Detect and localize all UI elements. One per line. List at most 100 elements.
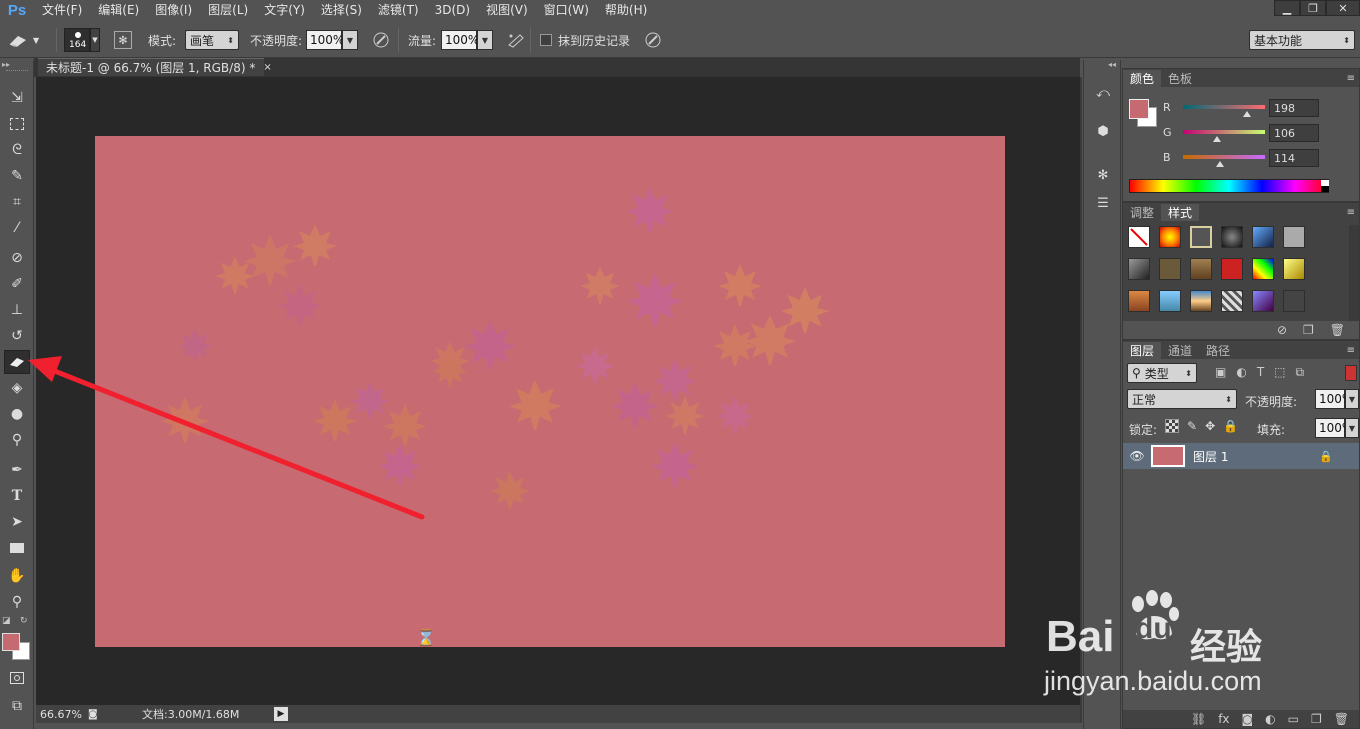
styles-footer: ⊘ ❐ 🗑	[1277, 323, 1345, 337]
style-swatch[interactable]	[1283, 226, 1305, 248]
brush-presets-icon[interactable]: ☰	[1090, 192, 1116, 214]
style-swatch[interactable]	[1283, 258, 1305, 280]
tab-channels[interactable]: 通道	[1161, 342, 1199, 359]
style-swatch[interactable]	[1190, 226, 1212, 248]
layer-opacity-dropdown[interactable]: ▼	[1345, 389, 1359, 409]
brush-panel-icon[interactable]: ✻	[1090, 164, 1116, 186]
tab-color[interactable]: 颜色	[1123, 70, 1162, 87]
smart-object-filter-icon[interactable]: ⧉	[1296, 365, 1305, 380]
link-layers-icon[interactable]: ⛓	[1191, 712, 1206, 726]
panel-menu-icon[interactable]: ≡	[1347, 207, 1355, 218]
type-filter-icon[interactable]: T	[1257, 365, 1264, 380]
red-label: R	[1163, 100, 1171, 114]
style-swatch[interactable]	[1283, 290, 1305, 312]
layer-thumbnail	[1151, 445, 1185, 467]
style-swatch[interactable]	[1190, 290, 1212, 312]
status-menu-button[interactable]: ▶	[274, 707, 288, 721]
foreground-color-swatch[interactable]	[1129, 99, 1149, 119]
green-slider-row: G	[1163, 121, 1265, 143]
filter-toggle[interactable]	[1345, 365, 1357, 381]
adjustment-filter-icon[interactable]: ◐	[1236, 365, 1246, 380]
tab-styles[interactable]: 样式	[1161, 204, 1200, 221]
tab-swatches[interactable]: 色板	[1161, 70, 1199, 87]
blend-mode-value: 正常	[1132, 392, 1157, 407]
green-slider[interactable]	[1183, 130, 1265, 142]
blue-label: B	[1163, 150, 1171, 164]
style-swatch[interactable]	[1190, 258, 1212, 280]
updown-icon: ⬍	[1185, 368, 1192, 378]
style-swatch[interactable]	[1128, 290, 1150, 312]
collapse-icon[interactable]: ◂◂	[1108, 60, 1116, 69]
updown-icon: ⬍	[1225, 394, 1232, 404]
status-info-icon[interactable]: ◙	[88, 709, 106, 720]
style-swatch[interactable]	[1221, 258, 1243, 280]
layer-filter-select[interactable]: ⚲ 类型 ⬍	[1127, 363, 1197, 383]
search-icon: ⚲	[1132, 366, 1141, 380]
add-mask-icon[interactable]: ◙	[1242, 712, 1254, 726]
style-swatch[interactable]	[1221, 290, 1243, 312]
3d-panel-icon[interactable]: ⬢	[1090, 120, 1116, 142]
eye-icon[interactable]: 👁	[1123, 449, 1151, 463]
style-swatch[interactable]	[1252, 226, 1274, 248]
color-spectrum-ramp[interactable]	[1129, 179, 1329, 193]
trash-icon[interactable]: 🗑	[1330, 323, 1345, 337]
style-swatch[interactable]	[1159, 290, 1181, 312]
lock-label: 锁定:	[1129, 423, 1158, 437]
lock-transparency-icon[interactable]	[1165, 419, 1179, 433]
new-style-icon[interactable]: ❐	[1303, 323, 1314, 337]
styles-scrollbar[interactable]	[1349, 225, 1359, 321]
style-swatch[interactable]	[1252, 290, 1274, 312]
layer-opacity-input[interactable]: 100%	[1315, 389, 1353, 409]
baidu-watermark: Bai du 经验 jingyan.baidu.com	[1040, 590, 1320, 710]
lock-all-icon[interactable]: 🔒	[1223, 419, 1238, 433]
new-group-icon[interactable]: ▭	[1288, 712, 1299, 726]
blue-slider-row: B	[1163, 146, 1265, 168]
blue-slider-thumb[interactable]	[1215, 161, 1224, 167]
tab-adjustments[interactable]: 调整	[1123, 204, 1161, 221]
panel-menu-icon[interactable]: ≡	[1347, 345, 1355, 356]
tab-layers[interactable]: 图层	[1123, 342, 1162, 359]
fill-dropdown[interactable]: ▼	[1345, 418, 1359, 438]
layer-filter-value: 类型	[1144, 366, 1169, 381]
pixel-filter-icon[interactable]: ▣	[1215, 365, 1226, 380]
layer-effects-icon[interactable]: fx	[1218, 712, 1229, 726]
red-slider-row: R	[1163, 96, 1265, 118]
style-swatch[interactable]	[1128, 258, 1150, 280]
new-layer-icon[interactable]: ❐	[1311, 712, 1322, 726]
style-swatch[interactable]	[1252, 258, 1274, 280]
style-swatch[interactable]	[1159, 258, 1181, 280]
styles-grid	[1123, 221, 1359, 321]
blue-value-input[interactable]: 114	[1269, 149, 1319, 167]
lock-icons: ✎ ✥ 🔒	[1165, 419, 1238, 433]
style-none[interactable]	[1128, 226, 1150, 248]
style-swatch[interactable]	[1221, 226, 1243, 248]
fill-label: 填充:	[1257, 423, 1286, 437]
red-slider-thumb[interactable]	[1242, 111, 1251, 117]
layer-lock-icon: 🔒	[1319, 449, 1333, 463]
lock-pixels-icon[interactable]: ✎	[1187, 419, 1197, 433]
layer-row[interactable]: 👁 图层 1 🔒	[1123, 443, 1359, 469]
shape-filter-icon[interactable]: ⬚	[1274, 365, 1285, 380]
styles-panel: 调整 样式 ≡ ⊘ ❐ 🗑	[1122, 202, 1360, 340]
zoom-level[interactable]: 66.67%	[36, 708, 88, 721]
blend-mode-select[interactable]: 正常 ⬍	[1127, 389, 1237, 409]
red-slider[interactable]	[1183, 105, 1265, 117]
clear-style-icon[interactable]: ⊘	[1277, 323, 1287, 337]
green-slider-thumb[interactable]	[1213, 136, 1222, 142]
green-value-input[interactable]: 106	[1269, 124, 1319, 142]
fill-input[interactable]: 100%	[1315, 418, 1353, 438]
history-panel-icon[interactable]: ⤺	[1090, 82, 1116, 104]
layer-name[interactable]: 图层 1	[1193, 448, 1228, 465]
panel-menu-icon[interactable]: ≡	[1347, 73, 1355, 84]
style-swatch[interactable]	[1159, 226, 1181, 248]
trash-icon[interactable]: 🗑	[1334, 712, 1349, 726]
layer-opacity-label: 不透明度:	[1245, 395, 1298, 409]
red-value-input[interactable]: 198	[1269, 99, 1319, 117]
blue-slider[interactable]	[1183, 155, 1265, 167]
wait-cursor-icon: ⌛	[416, 628, 436, 647]
tab-paths[interactable]: 路径	[1199, 342, 1237, 359]
adjustment-layer-icon[interactable]: ◐	[1265, 712, 1275, 726]
lock-position-icon[interactable]: ✥	[1205, 419, 1215, 433]
watermark-url: jingyan.baidu.com	[1044, 666, 1262, 696]
black-swatch[interactable]	[1321, 186, 1329, 192]
